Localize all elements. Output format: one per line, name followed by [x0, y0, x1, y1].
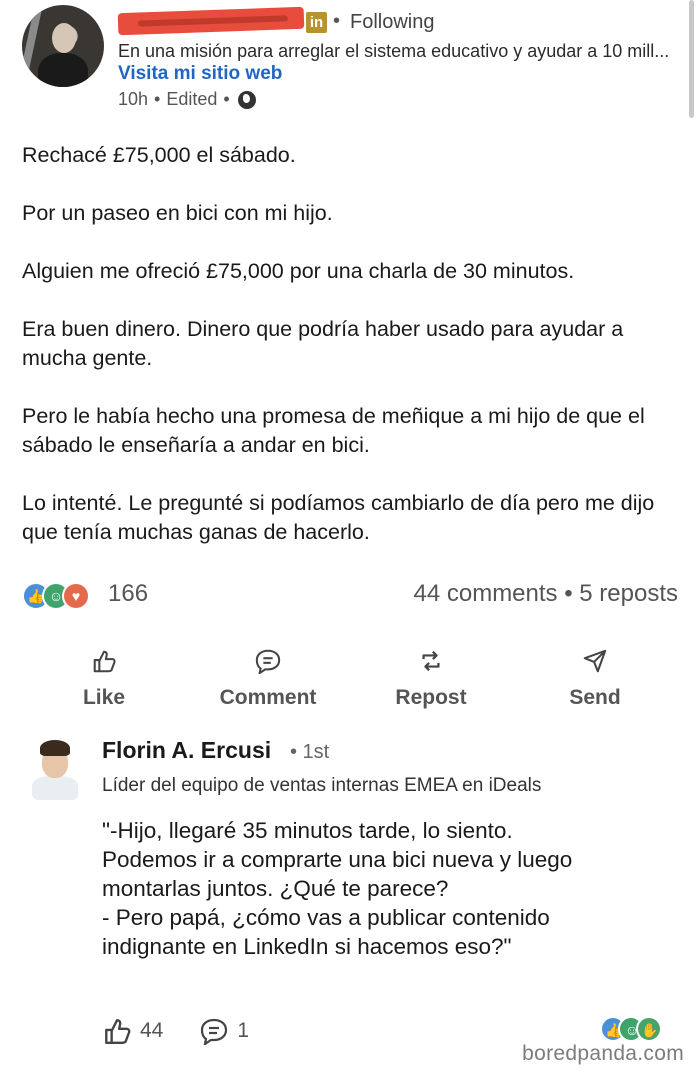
post-body: Rechacé £75,000 el sábado. Por un paseo …	[22, 141, 687, 576]
comment-line: Podemos ir a comprarte una bici nueva y …	[102, 847, 573, 872]
commenter-name[interactable]: Florin A. Ercusi	[102, 737, 271, 764]
separator-dot: •	[333, 10, 341, 32]
comment-text: "-Hijo, llegaré 35 minutos tarde, lo sie…	[102, 816, 687, 961]
commenter-title: Líder del equipo de ventas internas EMEA…	[102, 775, 542, 796]
send-label: Send	[569, 686, 621, 709]
send-icon	[583, 649, 607, 673]
author-tagline: En una misión para arreglar el sistema e…	[118, 41, 670, 61]
send-button[interactable]: Send	[515, 640, 675, 710]
thumbs-up-icon[interactable]	[102, 1016, 132, 1046]
following-label[interactable]: Following	[350, 11, 434, 34]
like-button[interactable]: Like	[24, 640, 184, 710]
post-paragraph: Lo intenté. Le pregunté si podíamos camb…	[22, 491, 655, 544]
post-paragraph: Por un paseo en bici con mi hijo.	[22, 201, 333, 225]
linkedin-premium-icon: in	[306, 12, 327, 33]
scrollbar[interactable]	[689, 0, 694, 118]
commenter-avatar[interactable]	[30, 738, 80, 800]
comment-like-count: 44	[140, 1019, 164, 1042]
post-actions: Like Comment Repost Send	[0, 640, 700, 720]
comment-reply-count: 1	[237, 1019, 250, 1042]
comments-reposts-count[interactable]: 44 comments • 5 reposts	[413, 580, 678, 608]
comment-line: "-Hijo, llegaré 35 minutos tarde, lo sie…	[102, 818, 513, 843]
love-reaction-icon: ♥	[62, 582, 90, 610]
post-paragraph: Pero le había hecho una promesa de meñiq…	[22, 404, 645, 457]
post-meta: 10h • Edited •	[118, 89, 256, 110]
comment-actions: 44 1	[102, 1014, 285, 1048]
post-paragraph: Alguien me ofreció £75,000 por una charl…	[22, 259, 575, 283]
redacted-author-name	[117, 6, 305, 36]
post-paragraph: Rechacé £75,000 el sábado.	[22, 143, 296, 167]
comment-icon[interactable]	[199, 1017, 229, 1045]
repost-icon	[422, 650, 440, 672]
connection-degree: • 1st	[290, 741, 330, 763]
reactions-row: 👍 ☺ ♥ 166 44 comments • 5 reposts	[22, 580, 678, 612]
author-avatar[interactable]	[22, 5, 104, 87]
comment-line: montarlas juntos. ¿Qué te parece?	[102, 876, 449, 901]
reaction-count[interactable]: 166	[108, 580, 148, 608]
comment-icon	[255, 649, 281, 674]
comment-button[interactable]: Comment	[188, 640, 348, 710]
website-link[interactable]: Visita mi sitio web	[118, 63, 282, 85]
edited-label: Edited	[166, 89, 218, 109]
repost-button[interactable]: Repost	[351, 640, 511, 710]
comment-line: - Pero papá, ¿cómo vas a publicar conten…	[102, 905, 550, 930]
post-paragraph: Era buen dinero. Dinero que podría haber…	[22, 317, 624, 370]
support-reaction-icon: ✋	[636, 1016, 662, 1042]
comment-line: indignante en LinkedIn si hacemos eso?"	[102, 934, 512, 959]
thumbs-up-icon	[93, 650, 116, 673]
repost-label: Repost	[395, 686, 467, 709]
comment-label: Comment	[219, 686, 317, 709]
comment-reaction-icons[interactable]: 👍 ☺ ✋	[600, 1016, 680, 1044]
globe-icon	[237, 90, 256, 109]
reaction-icons[interactable]: 👍 ☺ ♥	[22, 582, 102, 612]
post-header: in • Following En una misión para arregl…	[0, 0, 700, 120]
watermark: boredpanda.com	[522, 1042, 684, 1065]
like-label: Like	[82, 686, 126, 709]
post-time: 10h	[118, 89, 149, 109]
